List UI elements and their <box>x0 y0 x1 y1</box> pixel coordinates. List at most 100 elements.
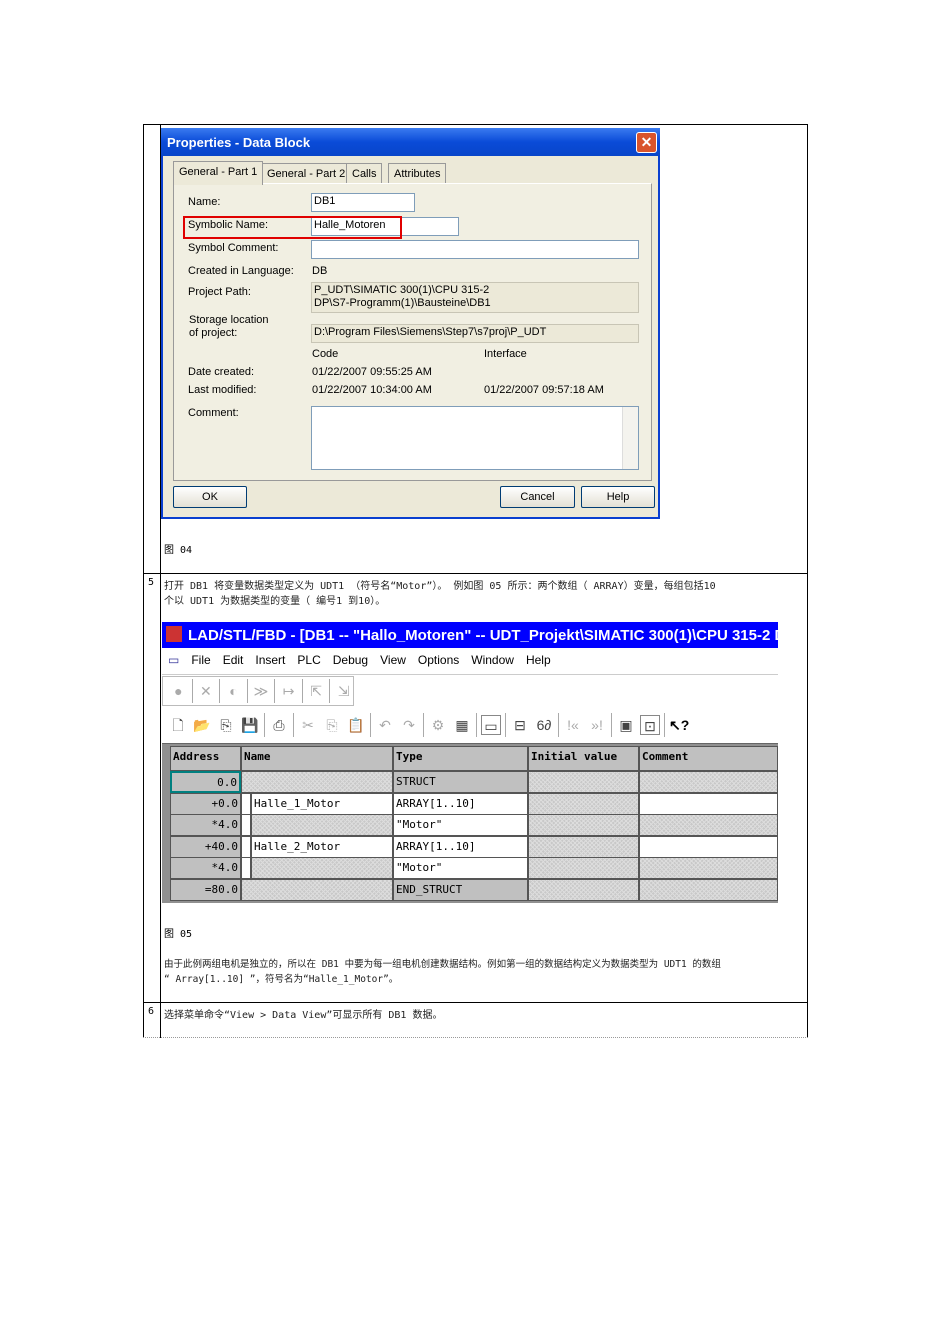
initial-value-cell[interactable] <box>528 878 639 901</box>
column-header-initial[interactable]: Initial value <box>528 746 639 771</box>
address-cell[interactable]: *4.0 <box>170 814 241 836</box>
type-cell[interactable]: STRUCT <box>393 771 528 793</box>
menu-file[interactable]: File <box>185 650 216 672</box>
type-cell[interactable]: "Motor" <box>393 857 528 879</box>
last-modified-label: Last modified: <box>188 384 257 396</box>
name-cell[interactable] <box>241 878 393 901</box>
branch-icon[interactable]: ✕ <box>197 681 216 701</box>
previous-icon[interactable]: !« <box>563 715 583 735</box>
name-field[interactable]: DB1 <box>311 193 415 212</box>
interface-header: Interface <box>484 348 527 360</box>
name-cell[interactable] <box>241 771 393 793</box>
symbol-comment-field[interactable] <box>311 240 639 259</box>
dialog-title: Properties - Data Block <box>167 135 311 150</box>
comment-toggle-icon[interactable]: ▭ <box>481 715 501 735</box>
type-cell[interactable]: "Motor" <box>393 814 528 836</box>
menu-plc[interactable]: PLC <box>291 650 326 672</box>
type-cell[interactable]: ARRAY[1..10] <box>393 792 528 815</box>
comment-cell[interactable] <box>639 857 778 879</box>
menu-doc-icon[interactable]: ▭ <box>162 650 185 672</box>
menu-help[interactable]: Help <box>520 650 557 672</box>
tab-general-part-1[interactable]: General - Part 1 <box>173 161 264 185</box>
initial-value-cell[interactable] <box>528 857 639 879</box>
comment-cell[interactable] <box>639 835 778 858</box>
address-cell[interactable]: =80.0 <box>170 878 241 901</box>
copy-icon[interactable]: ⎘ <box>322 715 342 735</box>
tab-calls[interactable]: Calls <box>346 163 383 184</box>
ok-button[interactable]: OK <box>173 486 247 508</box>
storage-label-1: Storage location <box>189 314 269 326</box>
paste-icon[interactable]: 📋 <box>346 715 366 735</box>
details-icon[interactable]: ⊡ <box>640 715 660 735</box>
initial-value-cell[interactable] <box>528 835 639 858</box>
project-path-label: Project Path: <box>188 286 251 298</box>
type-cell[interactable]: ARRAY[1..10] <box>393 835 528 858</box>
compile-icon[interactable]: ⚙ <box>428 715 448 735</box>
cut-icon[interactable]: ✂ <box>298 715 318 735</box>
comment-cell[interactable] <box>639 771 778 793</box>
contact-icon[interactable]: ● <box>169 681 188 701</box>
properties-dialog: Properties - Data Block ✕ General - Part… <box>161 128 660 519</box>
declaration-table: Address Name Type Initial value Comment 0.0 ST… <box>162 743 778 903</box>
address-cell[interactable]: +0.0 <box>170 792 241 815</box>
table-border-top <box>143 124 808 125</box>
name-cell[interactable]: Halle_2_Motor <box>251 835 393 858</box>
help-button[interactable]: Help <box>581 486 655 508</box>
print-icon[interactable]: ⎙ <box>269 715 289 735</box>
comment-cell[interactable] <box>639 792 778 815</box>
overview-icon[interactable]: ▣ <box>616 715 636 735</box>
name-cell[interactable] <box>251 857 393 879</box>
new-icon[interactable]: 🗋 <box>168 715 188 735</box>
indent-cell <box>241 857 251 879</box>
comment-label: Comment: <box>188 407 239 419</box>
network-icon[interactable]: ⊟ <box>510 715 530 735</box>
initial-value-cell[interactable] <box>528 814 639 836</box>
next-icon[interactable]: »! <box>587 715 607 735</box>
accessible-nodes-icon[interactable]: ⎘ <box>216 715 236 735</box>
name-cell[interactable]: Halle_1_Motor <box>251 792 393 815</box>
figure-caption-04: 图 04 <box>164 545 193 556</box>
column-header-type[interactable]: Type <box>393 746 528 771</box>
close-branch-icon[interactable]: ⇲ <box>334 681 353 701</box>
close-icon[interactable]: ✕ <box>636 132 657 153</box>
comment-cell[interactable] <box>639 814 778 836</box>
open-icon[interactable]: 📂 <box>192 715 212 735</box>
name-cell[interactable] <box>251 814 393 836</box>
initial-value-cell[interactable] <box>528 792 639 815</box>
comment-scrollbar[interactable] <box>622 407 638 469</box>
initial-value-cell[interactable] <box>528 771 639 793</box>
column-header-comment[interactable]: Comment <box>639 746 778 771</box>
comment-textarea[interactable] <box>311 406 639 470</box>
address-cell[interactable]: +40.0 <box>170 835 241 858</box>
path-line-1: P_UDT\SIMATIC 300(1)\CPU 315-2 <box>314 284 490 296</box>
comment-cell[interactable] <box>639 878 778 901</box>
context-help-icon[interactable]: ↖? <box>669 715 689 735</box>
address-cell[interactable]: *4.0 <box>170 857 241 879</box>
menu-view[interactable]: View <box>374 650 412 672</box>
tab-attributes[interactable]: Attributes <box>388 163 447 184</box>
menu-insert[interactable]: Insert <box>249 650 291 672</box>
language-value: DB <box>312 265 328 277</box>
tab-general-part-2[interactable]: General - Part 2 <box>261 163 352 184</box>
menu-options[interactable]: Options <box>412 650 465 672</box>
cancel-button[interactable]: Cancel <box>500 486 575 508</box>
monitor-icon[interactable]: 6∂ <box>534 715 554 735</box>
undo-icon[interactable]: ↶ <box>375 715 395 735</box>
box-icon[interactable]: ≫ <box>252 681 271 701</box>
project-path-value: P_UDT\SIMATIC 300(1)\CPU 315-2 DP\S7-Prog… <box>311 282 639 313</box>
type-cell[interactable]: END_STRUCT <box>393 878 528 901</box>
coil-icon[interactable]: ◐ <box>224 681 243 701</box>
redo-icon[interactable]: ↷ <box>399 715 419 735</box>
column-header-name[interactable]: Name <box>241 746 393 771</box>
connection-icon[interactable]: ↦ <box>279 681 298 701</box>
column-header-address[interactable]: Address <box>170 746 241 771</box>
menu-window[interactable]: Window <box>465 650 520 672</box>
save-icon[interactable]: 💾 <box>240 715 260 735</box>
download-icon[interactable]: ▦ <box>452 715 472 735</box>
address-cell[interactable]: 0.0 <box>170 771 241 793</box>
menu-edit[interactable]: Edit <box>217 650 250 672</box>
open-branch-icon[interactable]: ⇱ <box>307 681 326 701</box>
menu-debug[interactable]: Debug <box>327 650 374 672</box>
highlight-box <box>183 216 402 239</box>
last-modified-interface: 01/22/2007 09:57:18 AM <box>484 384 604 396</box>
